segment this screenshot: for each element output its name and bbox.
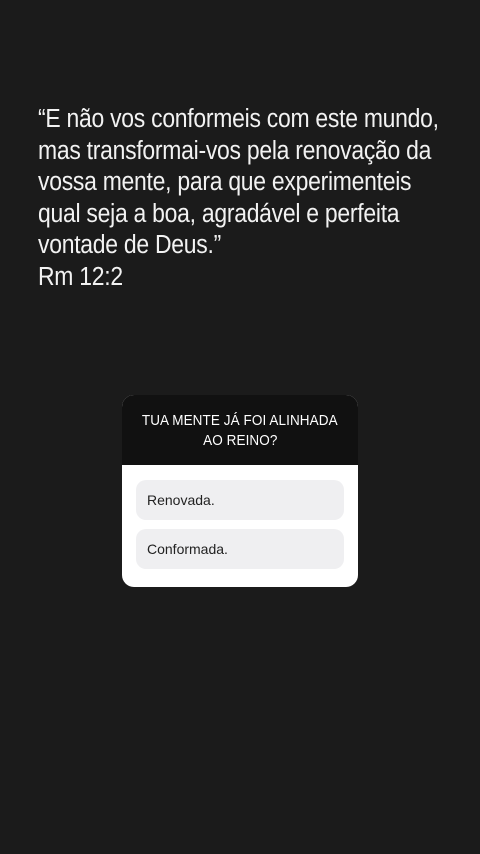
poll-question-line-1: TUA MENTE JÁ FOI ALINHADA <box>142 412 338 429</box>
poll-sticker: TUA MENTE JÁ FOI ALINHADA AO REINO? Reno… <box>122 395 358 587</box>
quote-line-1: “E não vos conformeis com este mundo, <box>38 105 439 133</box>
poll-question-line-2: AO REINO? <box>202 432 278 449</box>
quote-reference: Rm 12:2 <box>38 262 123 291</box>
quote-line-2: mas transformai-vos pela renovação da <box>38 136 432 165</box>
bible-quote: “E não vos conformeis com este mundo, ma… <box>38 104 439 293</box>
poll-option-conformada[interactable]: Conformada. <box>136 529 344 569</box>
poll-option-renovada[interactable]: Renovada. <box>136 480 344 520</box>
quote-line-3: vossa mente, para que experimenteis <box>38 168 412 196</box>
poll-question: TUA MENTE JÁ FOI ALINHADA AO REINO? <box>122 395 358 465</box>
poll-options: Renovada. Conformada. <box>122 465 358 569</box>
quote-line-4: qual seja a boa, agradável e perfeita <box>38 199 400 228</box>
quote-line-5: vontade de Deus.” <box>38 231 221 259</box>
